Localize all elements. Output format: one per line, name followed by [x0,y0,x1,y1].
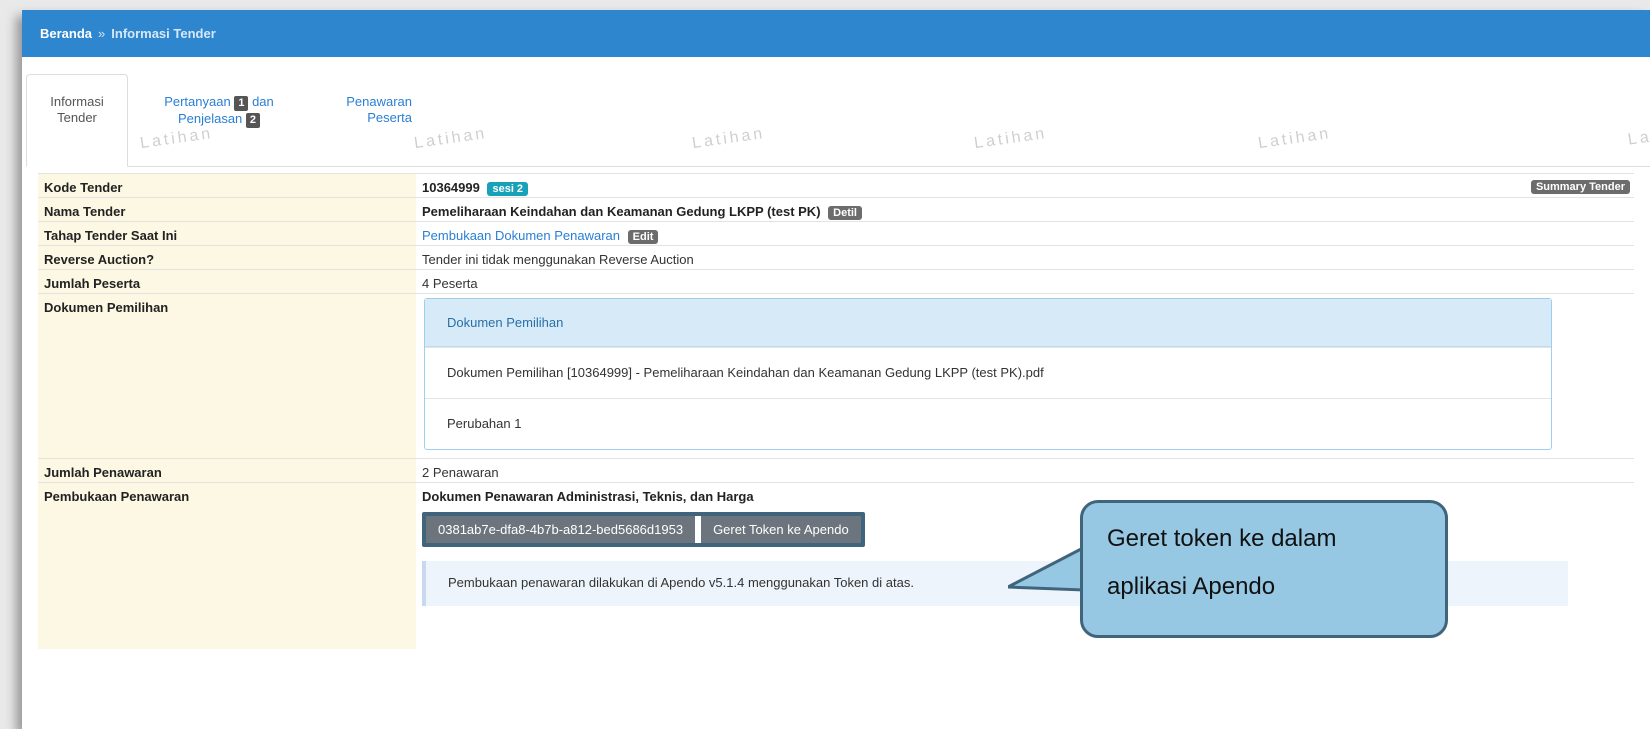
detail-button[interactable]: Detil [828,206,862,220]
token-value[interactable]: 0381ab7e-dfa8-4b7b-a812-bed5686d1953 [426,516,696,543]
participant-count: 4 Peserta [416,269,1634,294]
tab-label-line1: Informasi [50,94,104,109]
tab-label-line2: Tender [57,110,97,125]
row-label: Kode Tender [38,173,416,198]
callout-pointer [1008,545,1085,592]
session-badge: sesi 2 [487,182,529,196]
tab-penawaran-peserta[interactable]: Penawaran Peserta [322,75,412,163]
offer-count: 2 Penawaran [416,458,1634,483]
table-row: Kode Tender 10364999 sesi 2 Summary Tend… [38,173,1634,198]
edit-stage-button[interactable]: Edit [627,230,659,244]
tab-divider [38,166,1650,167]
table-row: Reverse Auction? Tender ini tidak menggu… [38,245,1634,270]
row-label: Dokumen Pemilihan [38,293,416,459]
tender-code: 10364999 [422,180,480,195]
row-label: Pembukaan Penawaran [38,482,416,649]
tab-label-penjelasan: Penjelasan [177,111,243,126]
tab-label-line1: Penawaran [346,94,412,109]
breadcrumb-home-link[interactable]: Beranda [40,26,92,41]
document-panel: Dokumen Pemilihan Dokumen Pemilihan [103… [424,298,1552,450]
summary-tender-button[interactable]: Summary Tender [1530,180,1630,194]
tab-label-pertanyaan: Pertanyaan [164,94,231,109]
tab-informasi-tender[interactable]: Informasi Tender [26,74,128,167]
breadcrumb-separator: » [98,26,106,41]
tab-pertanyaan-penjelasan[interactable]: Pertanyaan 1 dan Penjelasan 2 [144,75,294,163]
breadcrumb: Beranda » Informasi Tender [40,26,216,41]
table-row: Dokumen Pemilihan Dokumen Pemilihan Doku… [38,293,1634,459]
document-revision-link[interactable]: Perubahan 1 [425,398,1551,449]
document-panel-title: Dokumen Pemilihan [425,299,1551,347]
callout-line2: aplikasi Apendo [1107,573,1276,600]
table-row: Tahap Tender Saat Ini Pembukaan Dokumen … [38,221,1634,246]
drag-token-button[interactable]: Geret Token ke Apendo [695,516,861,543]
row-label: Tahap Tender Saat Ini [38,221,416,246]
row-label: Nama Tender [38,197,416,222]
question-count-badge: 1 [234,96,249,111]
token-group: 0381ab7e-dfa8-4b7b-a812-bed5686d1953 Ger… [422,512,865,547]
tab-label-dan: dan [252,94,274,109]
breadcrumb-current: Informasi Tender [111,26,216,41]
tab-bar: Informasi Tender Pertanyaan 1 dan Penjel… [22,72,1650,168]
table-row: Jumlah Penawaran 2 Penawaran [38,458,1634,483]
document-link[interactable]: Dokumen Pemilihan [10364999] - Pemelihar… [425,347,1551,398]
offer-document-heading: Dokumen Penawaran Administrasi, Teknis, … [422,489,754,504]
explanation-count-badge: 2 [245,113,261,128]
tender-name: Pemeliharaan Keindahan dan Keamanan Gedu… [422,204,821,219]
breadcrumb-bar: Beranda » Informasi Tender [22,10,1650,57]
tender-page: Beranda » Informasi Tender Informasi Ten… [22,10,1650,729]
watermark: La [1626,128,1650,149]
row-label: Jumlah Penawaran [38,458,416,483]
row-label: Reverse Auction? [38,245,416,270]
tab-label-line2: Peserta [367,110,412,125]
table-row: Nama Tender Pemeliharaan Keindahan dan K… [38,197,1634,222]
table-row: Jumlah Peserta 4 Peserta [38,269,1634,294]
row-label: Jumlah Peserta [38,269,416,294]
reverse-auction-value: Tender ini tidak menggunakan Reverse Auc… [416,245,1634,270]
instruction-callout: Geret token ke dalam aplikasi Apendo [1080,500,1448,638]
current-stage-link[interactable]: Pembukaan Dokumen Penawaran [422,228,620,243]
callout-line1: Geret token ke dalam [1107,525,1337,552]
